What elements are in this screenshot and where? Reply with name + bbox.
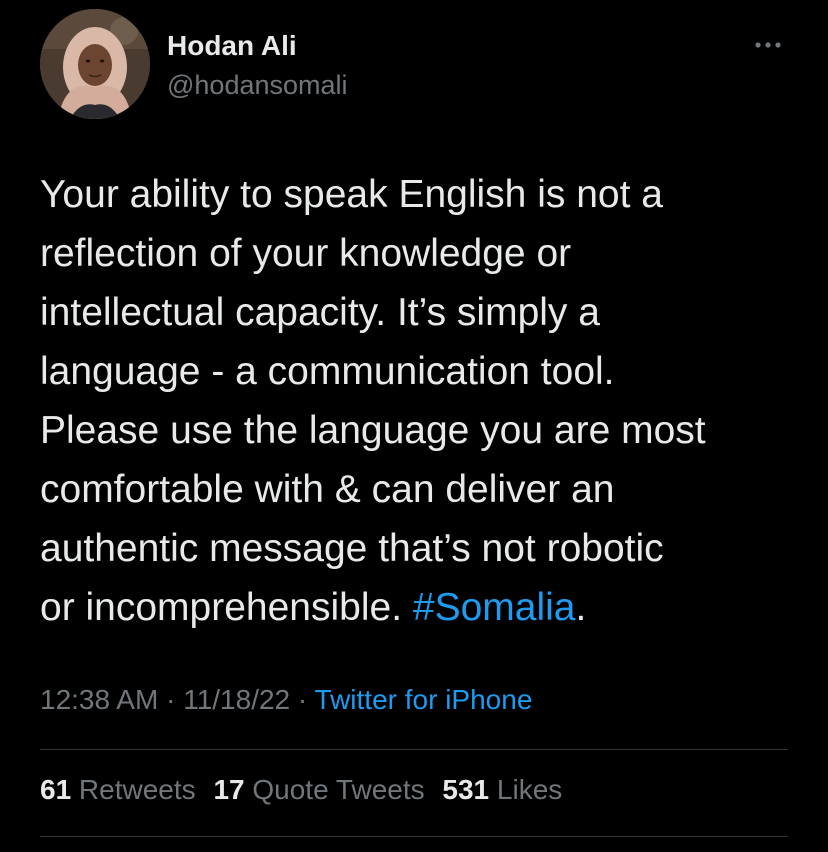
tweet-meta: 12:38 AM · 11/18/22 · Twitter for iPhone bbox=[40, 684, 532, 716]
divider bbox=[40, 836, 788, 837]
tweet-stats: 61 Retweets 17 Quote Tweets 531 Likes bbox=[40, 774, 572, 806]
divider bbox=[40, 749, 788, 750]
tweet-text-line: Please use the language you are most bbox=[40, 409, 706, 452]
tweet-text-line: or incomprehensible. bbox=[40, 586, 413, 629]
tweet-detail: Hodan Ali @hodansomali Your ability to s… bbox=[0, 0, 828, 852]
tweet-text-line: Your ability to speak English is not a bbox=[40, 173, 663, 216]
tweet-text-last-line: or incomprehensible. #Somalia. bbox=[40, 578, 800, 637]
quote-tweets-stat[interactable]: 17 Quote Tweets bbox=[213, 774, 424, 805]
retweets-stat[interactable]: 61 Retweets bbox=[40, 774, 196, 805]
meta-separator: · bbox=[158, 684, 184, 715]
meta-separator: · bbox=[290, 684, 315, 715]
hashtag-link[interactable]: #Somalia bbox=[413, 586, 576, 629]
tweet-time[interactable]: 12:38 AM bbox=[40, 684, 158, 715]
likes-count: 531 bbox=[442, 774, 490, 805]
tweet-text-line: comfortable with & can deliver an bbox=[40, 468, 615, 511]
likes-stat[interactable]: 531 Likes bbox=[442, 774, 562, 805]
tweet-text: Your ability to speak English is not a r… bbox=[40, 165, 800, 637]
tweet-text-line: authentic message that’s not robotic bbox=[40, 527, 664, 570]
tweet-text-trailing: . bbox=[575, 586, 587, 629]
quote-tweets-count: 17 bbox=[213, 774, 245, 805]
retweets-label: Retweets bbox=[71, 774, 196, 805]
tweet-date[interactable]: 11/18/22 bbox=[183, 684, 290, 715]
retweets-count: 61 bbox=[40, 774, 72, 805]
tweet-text-line: intellectual capacity. It’s simply a bbox=[40, 291, 600, 334]
avatar-image bbox=[40, 9, 150, 119]
avatar[interactable] bbox=[40, 9, 150, 119]
author-name[interactable]: Hodan Ali bbox=[167, 30, 297, 62]
tweet-source-link[interactable]: Twitter for iPhone bbox=[315, 684, 533, 715]
likes-label: Likes bbox=[489, 774, 563, 805]
more-options-button[interactable] bbox=[750, 30, 786, 60]
quote-tweets-label: Quote Tweets bbox=[244, 774, 425, 805]
tweet-text-line: reflection of your knowledge or bbox=[40, 232, 572, 275]
author-handle[interactable]: @hodansomali bbox=[167, 70, 348, 101]
more-horizontal-icon bbox=[755, 42, 781, 48]
tweet-text-line: language - a communication tool. bbox=[40, 350, 615, 393]
